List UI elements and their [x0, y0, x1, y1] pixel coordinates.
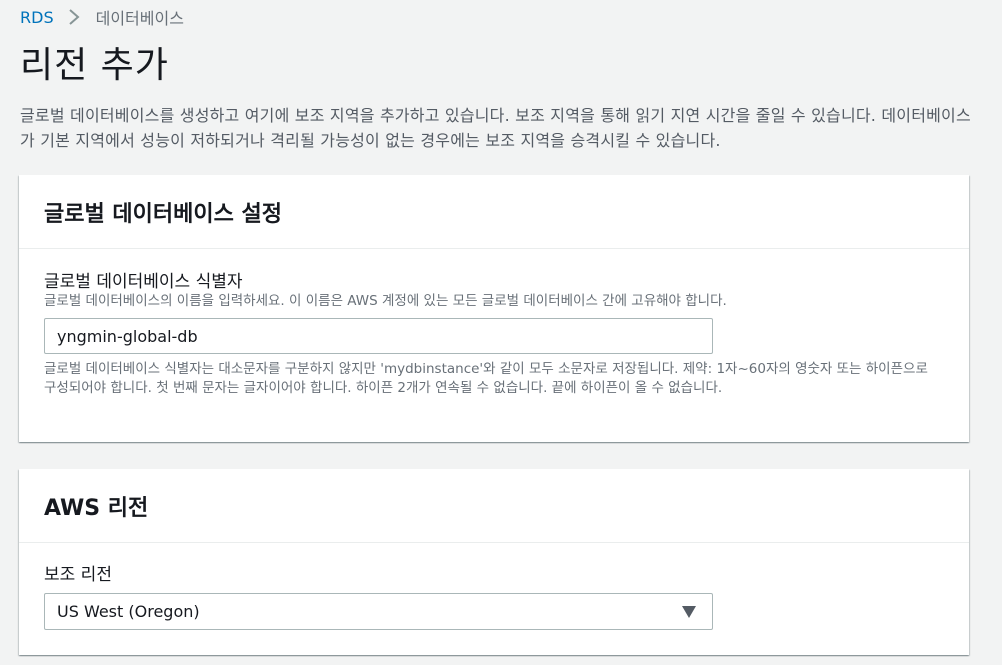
panel-title-aws-region: AWS 리전 — [44, 495, 149, 521]
page-intro: 글로벌 데이터베이스를 생성하고 여기에 보조 지역을 추가하고 있습니다. 보… — [20, 106, 971, 150]
aws-region-panel: AWS 리전 보조 리전 US West (Oregon) — [19, 469, 969, 655]
identifier-description: 글로벌 데이터베이스의 이름을 입력하세요. 이 이름은 AWS 계정에 있는 … — [44, 293, 727, 309]
page-title: 리전 추가 — [20, 45, 169, 86]
secondary-region-select[interactable]: US West (Oregon) — [44, 593, 713, 630]
panel-header: AWS 리전 — [19, 469, 969, 543]
global-db-identifier-input[interactable] — [44, 318, 713, 354]
breadcrumb: RDS 데이터베이스 — [20, 6, 184, 29]
secondary-region-selected-value: US West (Oregon) — [57, 602, 200, 621]
caret-down-icon — [682, 605, 696, 618]
page: RDS 데이터베이스 리전 추가 글로벌 데이터베이스를 생성하고 여기에 보조… — [0, 0, 1002, 665]
panel-header: 글로벌 데이터베이스 설정 — [19, 175, 969, 249]
chevron-right-icon — [68, 9, 80, 25]
global-database-settings-panel: 글로벌 데이터베이스 설정 글로벌 데이터베이스 식별자 글로벌 데이터베이스의… — [19, 175, 969, 442]
panel-title-global-settings: 글로벌 데이터베이스 설정 — [44, 201, 282, 227]
identifier-constraint-text: 글로벌 데이터베이스 식별자는 대소문자를 구분하지 않지만 'mydbinst… — [44, 361, 928, 396]
breadcrumb-link-rds[interactable]: RDS — [20, 8, 54, 27]
secondary-region-label: 보조 리전 — [44, 565, 112, 585]
identifier-label: 글로벌 데이터베이스 식별자 — [44, 272, 243, 292]
breadcrumb-current: 데이터베이스 — [95, 9, 184, 28]
